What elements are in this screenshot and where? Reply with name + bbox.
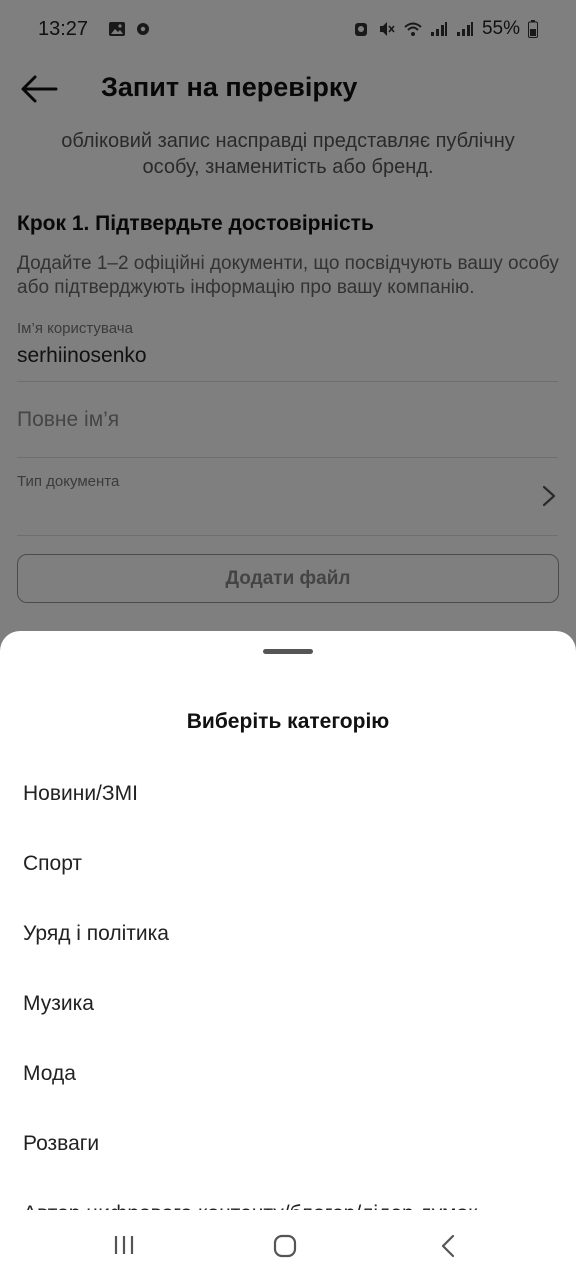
system-nav-bar — [0, 1210, 576, 1280]
category-bottom-sheet: Виберіть категорію Новини/ЗМІ Спорт Уряд… — [0, 631, 576, 1280]
category-item-entertainment[interactable]: Розваги — [0, 1109, 576, 1179]
sheet-title: Виберіть категорію — [186, 710, 390, 733]
home-icon[interactable] — [273, 1234, 297, 1258]
category-item-sports[interactable]: Спорт — [0, 829, 576, 899]
drag-handle[interactable] — [263, 649, 313, 654]
back-icon[interactable] — [440, 1234, 456, 1258]
category-item-digital-creator[interactable]: Автор цифрового контенту/блогер/лідер ду… — [0, 1179, 576, 1211]
recent-apps-icon[interactable] — [113, 1234, 135, 1256]
category-item-news[interactable]: Новини/ЗМІ — [0, 759, 576, 829]
category-list: Новини/ЗМІ Спорт Уряд і політика Музика … — [0, 759, 576, 1211]
category-item-music[interactable]: Музика — [0, 969, 576, 1039]
category-item-government[interactable]: Уряд і політика — [0, 899, 576, 969]
category-item-fashion[interactable]: Мода — [0, 1039, 576, 1109]
